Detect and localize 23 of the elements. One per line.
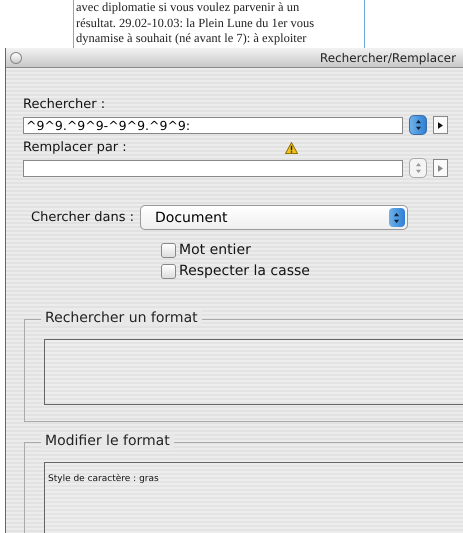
up-down-arrows-icon: [414, 162, 422, 174]
format-text: Style de caractère : gras: [48, 474, 159, 484]
document-text: avec diplomatie si vous voulez parvenir à un: [76, 0, 300, 16]
search-in-dropdown[interactable]: Document: [140, 205, 408, 230]
text-field[interactable]: [23, 160, 403, 176]
search-in-label: Chercher dans :: [31, 210, 134, 225]
document-text: résultat. 29.02-10.03: la Plein Lune du 1er vous: [76, 16, 316, 31]
group-title: Modifier le format: [41, 433, 174, 449]
text-field[interactable]: ^9^9.^9^9-^9^9.^9^9:: [23, 116, 403, 134]
stepper-button[interactable]: [409, 115, 427, 135]
checkbox[interactable]: Respecter la casse: [161, 263, 463, 279]
close-button[interactable]: [10, 52, 22, 64]
up-down-arrows-icon: [414, 119, 422, 131]
window-title: Rechercher/Remplacer: [320, 50, 456, 64]
up-down-arrows-icon: [393, 212, 400, 224]
field-label: Remplacer par :: [23, 140, 127, 155]
field-label: Rechercher :: [23, 97, 106, 112]
checkbox[interactable]: Mot entier: [161, 242, 463, 258]
triangle-right-icon: [438, 122, 443, 128]
document-text: dynamise à souhait (né avant le 7): à exploiter: [76, 31, 308, 46]
group-title: Rechercher un format: [41, 310, 202, 326]
arrow-button[interactable]: [433, 116, 448, 134]
triangle-right-icon: [438, 164, 443, 172]
